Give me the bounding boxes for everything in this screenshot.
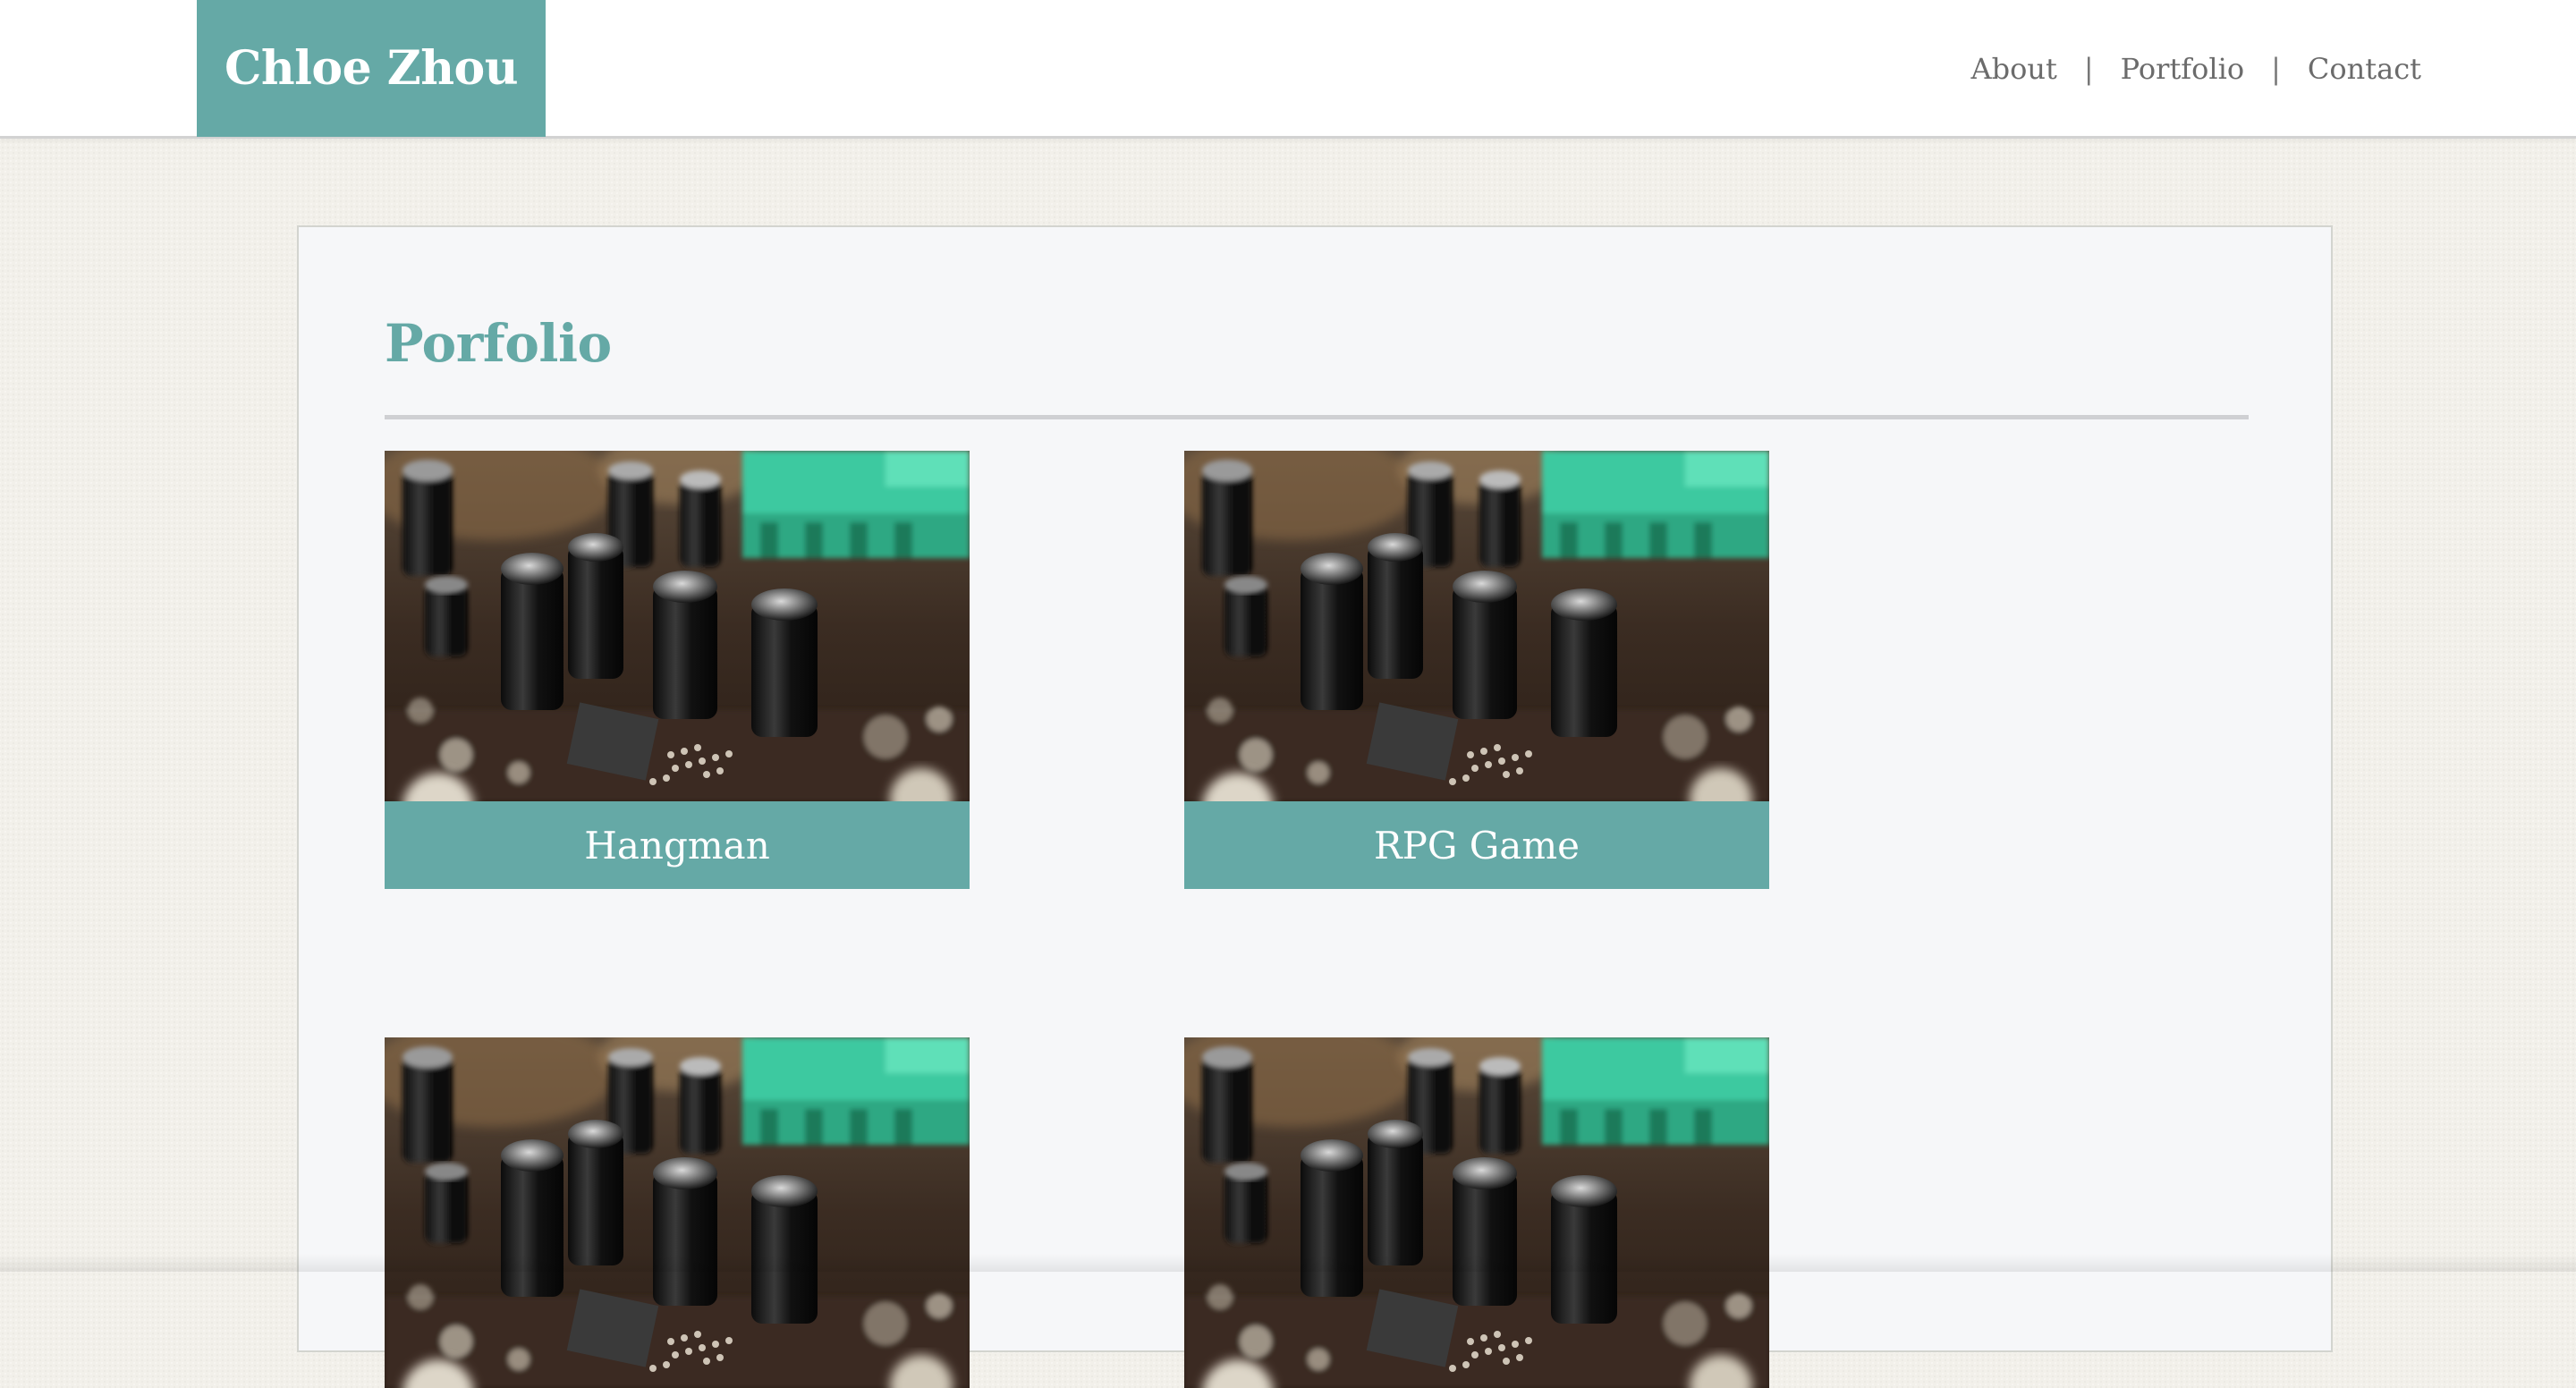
nav-link-portfolio[interactable]: Portfolio — [2121, 52, 2245, 86]
circuit-board-image — [385, 451, 970, 801]
project-thumbnail[interactable] — [1184, 1037, 1769, 1388]
viewport-bottom-shadow — [0, 1254, 2576, 1272]
project-title[interactable]: RPG Game — [1184, 801, 1769, 889]
project-card[interactable] — [1184, 1037, 1769, 1388]
portfolio-panel: Porfolio Hangman RPG Game — [297, 225, 2333, 1388]
project-card-rpg-game[interactable]: RPG Game — [1184, 451, 1769, 889]
nav-separator: | — [2271, 52, 2281, 86]
circuit-board-image — [1184, 1037, 1769, 1388]
circuit-board-image — [385, 1037, 970, 1388]
project-thumbnail[interactable] — [1184, 451, 1769, 801]
circuit-board-image — [1184, 451, 1769, 801]
project-thumbnail[interactable] — [385, 1037, 970, 1388]
title-divider — [385, 415, 2249, 419]
site-logo[interactable]: Chloe Zhou — [197, 0, 546, 137]
project-card[interactable] — [385, 1037, 970, 1388]
nav-link-contact[interactable]: Contact — [2308, 52, 2421, 86]
site-header: Chloe Zhou About | Portfolio | Contact — [0, 0, 2576, 139]
project-title[interactable]: Hangman — [385, 801, 970, 889]
page-title: Porfolio — [385, 313, 612, 374]
main-nav: About | Portfolio | Contact — [1971, 52, 2421, 86]
project-thumbnail[interactable] — [385, 451, 970, 801]
project-card-hangman[interactable]: Hangman — [385, 451, 970, 889]
nav-separator: | — [2083, 52, 2094, 86]
nav-link-about[interactable]: About — [1971, 52, 2057, 86]
